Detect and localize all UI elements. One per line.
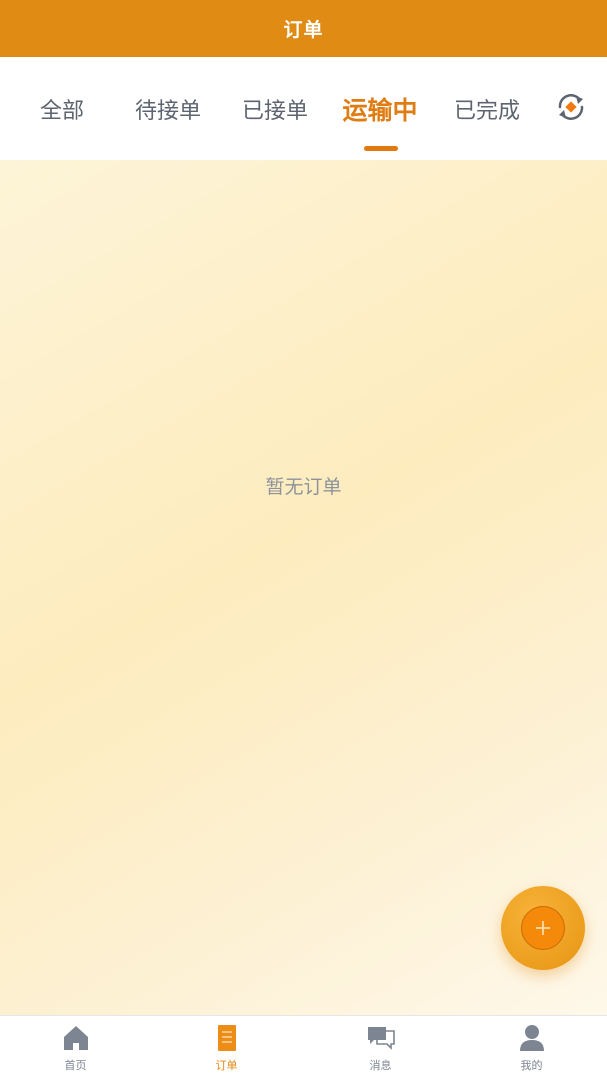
- tab-label: 待接单: [134, 98, 201, 124]
- nav-label: 消息: [369, 1059, 392, 1072]
- nav-messages[interactable]: 消息: [305, 1016, 456, 1081]
- plus-icon: [536, 921, 550, 935]
- home-icon: [63, 1026, 88, 1050]
- tab-pending[interactable]: 待接单: [118, 57, 218, 160]
- tab-in-transit[interactable]: 运输中: [330, 57, 430, 160]
- tab-label: 已完成: [453, 98, 520, 124]
- order-icon: [217, 1025, 236, 1051]
- nav-label: 我的: [520, 1059, 543, 1072]
- nav-orders[interactable]: 订单: [151, 1016, 302, 1081]
- fab-inner-circle: [521, 906, 565, 950]
- nav-profile[interactable]: 我的: [456, 1016, 607, 1081]
- tab-label: 全部: [39, 98, 84, 124]
- nav-home[interactable]: 首页: [0, 1016, 151, 1081]
- page-title: 订单: [283, 19, 324, 41]
- bottom-navigation: 首页 订单 消息 我的: [0, 1015, 607, 1081]
- tab-label: 运输中: [342, 95, 418, 125]
- nav-label: 首页: [64, 1059, 87, 1072]
- message-icon: [367, 1027, 395, 1050]
- add-order-button[interactable]: [501, 886, 585, 970]
- empty-state-text: 暂无订单: [265, 476, 342, 498]
- tab-label: 已接单: [241, 98, 308, 124]
- active-tab-indicator: [364, 146, 398, 151]
- tab-all[interactable]: 全部: [17, 57, 107, 160]
- user-icon: [519, 1025, 544, 1051]
- refresh-button[interactable]: [552, 88, 590, 126]
- header-bar: 订单: [0, 0, 607, 57]
- nav-label: 订单: [215, 1059, 238, 1072]
- order-list-area: 暂无订单: [0, 160, 607, 1015]
- order-status-tabs: 全部 待接单 已接单 运输中 已完成: [0, 57, 607, 160]
- tab-accepted[interactable]: 已接单: [225, 57, 325, 160]
- tab-completed[interactable]: 已完成: [437, 57, 537, 160]
- refresh-icon: [558, 94, 584, 120]
